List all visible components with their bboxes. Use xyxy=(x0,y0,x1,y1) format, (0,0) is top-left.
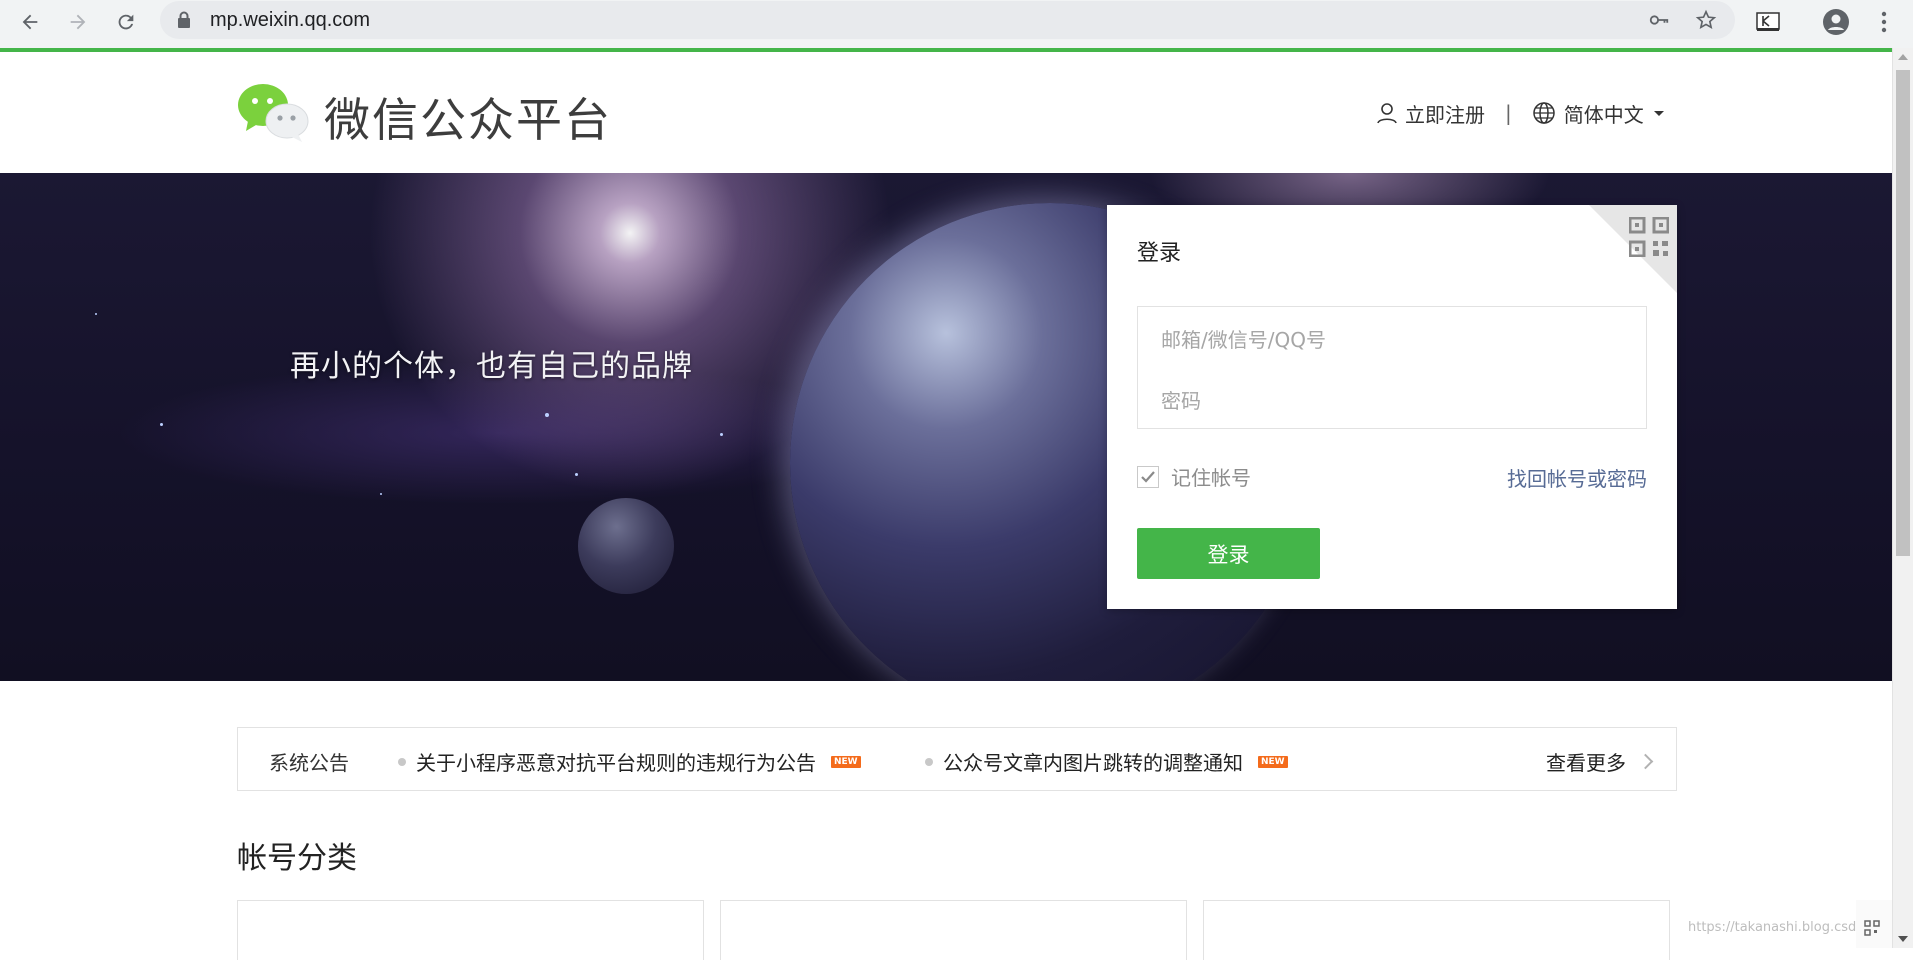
login-panel: 登录 记住帐号 找回帐号或密码 登录 xyxy=(1107,205,1677,609)
star-icon[interactable] xyxy=(1695,9,1717,31)
arrow-left-icon xyxy=(22,14,38,30)
scroll-down-arrow-icon[interactable] xyxy=(1898,936,1908,942)
header-actions: 立即注册 | 简体中文 xyxy=(1375,98,1664,128)
account-category-title: 帐号分类 xyxy=(237,841,357,876)
notice-item-text[interactable]: 公众号文章内图片跳转的调整通知 xyxy=(943,747,1243,776)
star-decoration xyxy=(720,433,723,436)
profile-button[interactable] xyxy=(1818,4,1854,40)
lock-icon xyxy=(178,11,190,28)
star-decoration xyxy=(545,413,549,417)
arrow-right-icon xyxy=(70,14,86,30)
account-category-card[interactable] xyxy=(720,900,1187,960)
page-scrollbar[interactable] xyxy=(1892,48,1913,948)
browser-menu-button[interactable] xyxy=(1866,4,1902,40)
hero-slogan: 再小的个体，也有自己的品牌 xyxy=(290,349,693,384)
account-input[interactable] xyxy=(1138,307,1646,373)
new-badge: NEW xyxy=(831,755,861,768)
scroll-up-arrow-icon[interactable] xyxy=(1898,54,1908,60)
language-selector[interactable]: 简体中文 xyxy=(1564,99,1644,128)
site-header: 微信公众平台 立即注册 | 简体中文 xyxy=(0,52,1892,173)
star-decoration xyxy=(380,493,382,495)
back-button[interactable] xyxy=(12,4,48,40)
user-icon xyxy=(1377,103,1397,124)
register-link[interactable]: 立即注册 xyxy=(1405,99,1485,128)
notice-item[interactable]: 关于小程序恶意对抗平台规则的违规行为公告 NEW xyxy=(398,747,861,776)
checkmark-icon xyxy=(1141,470,1155,483)
url-text: mp.weixin.qq.com xyxy=(210,9,371,31)
star-decoration xyxy=(95,313,97,315)
chevron-down-icon[interactable] xyxy=(1653,110,1664,116)
new-badge: NEW xyxy=(1258,755,1288,768)
remember-label: 记住帐号 xyxy=(1171,466,1251,490)
forward-button[interactable] xyxy=(60,4,96,40)
header-separator: | xyxy=(1505,101,1512,125)
reload-icon xyxy=(118,14,134,30)
extension-button[interactable] xyxy=(1750,4,1786,40)
account-category-card[interactable] xyxy=(1203,900,1670,960)
view-more-label: 查看更多 xyxy=(1546,751,1626,775)
chevron-right-icon xyxy=(1637,753,1654,770)
password-input[interactable] xyxy=(1138,373,1646,428)
notice-item-text[interactable]: 关于小程序恶意对抗平台规则的违规行为公告 xyxy=(416,747,816,776)
bullet-dot xyxy=(398,757,406,766)
view-more-link[interactable]: 查看更多 xyxy=(1546,747,1654,776)
moon-graphic xyxy=(578,498,674,594)
floating-qr-button[interactable] xyxy=(1856,900,1892,948)
star-decoration xyxy=(575,473,578,476)
brand-title[interactable]: 微信公众平台 xyxy=(324,84,612,150)
scrollbar-thumb[interactable] xyxy=(1896,70,1910,556)
reload-button[interactable] xyxy=(108,4,144,40)
browser-toolbar: mp.weixin.qq.com xyxy=(0,0,1913,48)
system-notice-bar: 系统公告 关于小程序恶意对抗平台规则的违规行为公告 NEW 公众号文章内图片跳转… xyxy=(237,727,1677,791)
star-decoration xyxy=(160,423,163,426)
qr-code-icon xyxy=(1864,920,1880,936)
address-bar[interactable]: mp.weixin.qq.com xyxy=(160,1,1735,39)
notice-label: 系统公告 xyxy=(269,751,349,775)
account-category-card[interactable] xyxy=(237,900,704,960)
qr-code-icon[interactable] xyxy=(1629,217,1669,257)
globe-icon xyxy=(1533,102,1555,124)
forgot-password-link[interactable]: 找回帐号或密码 xyxy=(1507,463,1647,492)
account-field-wrapper xyxy=(1137,306,1647,374)
key-icon[interactable] xyxy=(1648,9,1670,31)
password-field-wrapper xyxy=(1137,373,1647,429)
login-title: 登录 xyxy=(1137,241,1182,266)
extension-icon xyxy=(1756,12,1780,31)
notice-item[interactable]: 公众号文章内图片跳转的调整通知 NEW xyxy=(925,747,1288,776)
more-vert-icon xyxy=(1881,11,1887,33)
login-button[interactable]: 登录 xyxy=(1137,528,1320,579)
wechat-logo-icon[interactable] xyxy=(236,81,310,143)
remember-checkbox[interactable] xyxy=(1137,465,1159,488)
bullet-dot xyxy=(925,757,933,766)
account-circle-icon xyxy=(1823,9,1849,35)
remember-account[interactable]: 记住帐号 xyxy=(1137,462,1251,491)
